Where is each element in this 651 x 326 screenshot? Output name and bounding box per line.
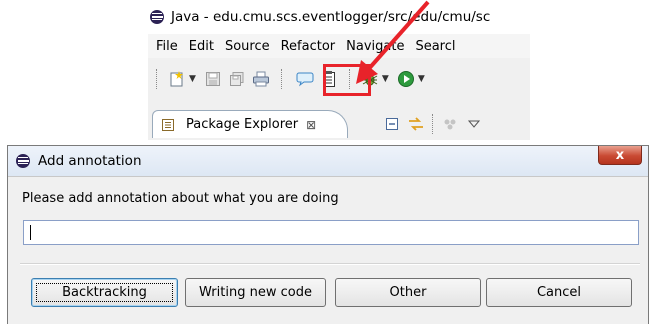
backtracking-button-label: Backtracking bbox=[62, 285, 147, 300]
save-icon[interactable] bbox=[204, 70, 222, 88]
dialog-divider bbox=[20, 263, 640, 265]
toolbar-separator bbox=[432, 114, 434, 134]
dialog-title: Add annotation bbox=[38, 153, 142, 169]
debug-dropdown-arrow[interactable]: ▼ bbox=[382, 74, 389, 84]
close-button[interactable]: x bbox=[598, 146, 642, 165]
link-editor-icon[interactable] bbox=[407, 115, 425, 133]
focus-icon[interactable] bbox=[441, 115, 459, 133]
view-tab-bar: Package Explorer ⊠ bbox=[148, 104, 530, 138]
backtracking-button[interactable]: Backtracking bbox=[31, 278, 178, 307]
view-toolbar bbox=[380, 114, 486, 134]
new-icon[interactable] bbox=[168, 70, 186, 88]
eclipse-icon bbox=[150, 10, 164, 24]
package-explorer-icon bbox=[159, 116, 177, 134]
toolbar-separator bbox=[156, 69, 158, 89]
run-icon[interactable] bbox=[397, 70, 415, 88]
cancel-button-label: Cancel bbox=[536, 285, 582, 300]
run-dropdown-arrow[interactable]: ▼ bbox=[418, 74, 425, 84]
toolbar-separator bbox=[280, 69, 283, 89]
eclipse-icon bbox=[16, 154, 30, 168]
other-button-label: Other bbox=[389, 285, 427, 300]
ide-menu-bar: File Edit Source Refactor Navigate Searc… bbox=[148, 34, 530, 58]
other-button[interactable]: Other bbox=[335, 278, 481, 307]
annotation-input[interactable] bbox=[23, 220, 639, 245]
menu-edit[interactable]: Edit bbox=[189, 39, 214, 54]
tab-package-explorer[interactable]: Package Explorer ⊠ bbox=[152, 110, 348, 138]
ide-window-title: Java - edu.cmu.scs.eventlogger/src/edu/c… bbox=[171, 9, 491, 25]
tab-package-explorer-label: Package Explorer bbox=[186, 117, 299, 132]
text-caret bbox=[30, 225, 31, 240]
close-icon: x bbox=[615, 147, 625, 163]
collapse-all-icon[interactable] bbox=[383, 115, 401, 133]
ide-window-crop: Java - edu.cmu.scs.eventlogger/src/edu/c… bbox=[148, 0, 530, 140]
dialog-title-bar[interactable]: Add annotation x bbox=[8, 146, 648, 176]
print-icon[interactable] bbox=[252, 70, 270, 88]
menu-source[interactable]: Source bbox=[225, 39, 270, 54]
annotation-icon[interactable] bbox=[296, 70, 314, 88]
new-dropdown-arrow[interactable]: ▼ bbox=[189, 74, 196, 84]
annotation-button-highlight bbox=[323, 64, 371, 96]
menu-refactor[interactable]: Refactor bbox=[281, 39, 336, 54]
dialog-body: Please add annotation about what you are… bbox=[8, 176, 648, 324]
view-menu-icon[interactable] bbox=[465, 115, 483, 133]
writing-new-code-button-label: Writing new code bbox=[199, 285, 312, 300]
menu-navigate[interactable]: Navigate bbox=[346, 39, 404, 54]
menu-search[interactable]: Searcl bbox=[415, 39, 455, 54]
annotation-prompt: Please add annotation about what you are… bbox=[22, 191, 339, 206]
add-annotation-dialog: Add annotation x Please add annotation a… bbox=[7, 145, 649, 324]
menu-file[interactable]: File bbox=[156, 39, 178, 54]
save-all-icon[interactable] bbox=[228, 70, 246, 88]
close-tab-icon[interactable]: ⊠ bbox=[306, 118, 316, 132]
ide-title-bar: Java - edu.cmu.scs.eventlogger/src/edu/c… bbox=[148, 0, 530, 34]
writing-new-code-button[interactable]: Writing new code bbox=[185, 278, 326, 307]
cancel-button[interactable]: Cancel bbox=[486, 278, 632, 307]
